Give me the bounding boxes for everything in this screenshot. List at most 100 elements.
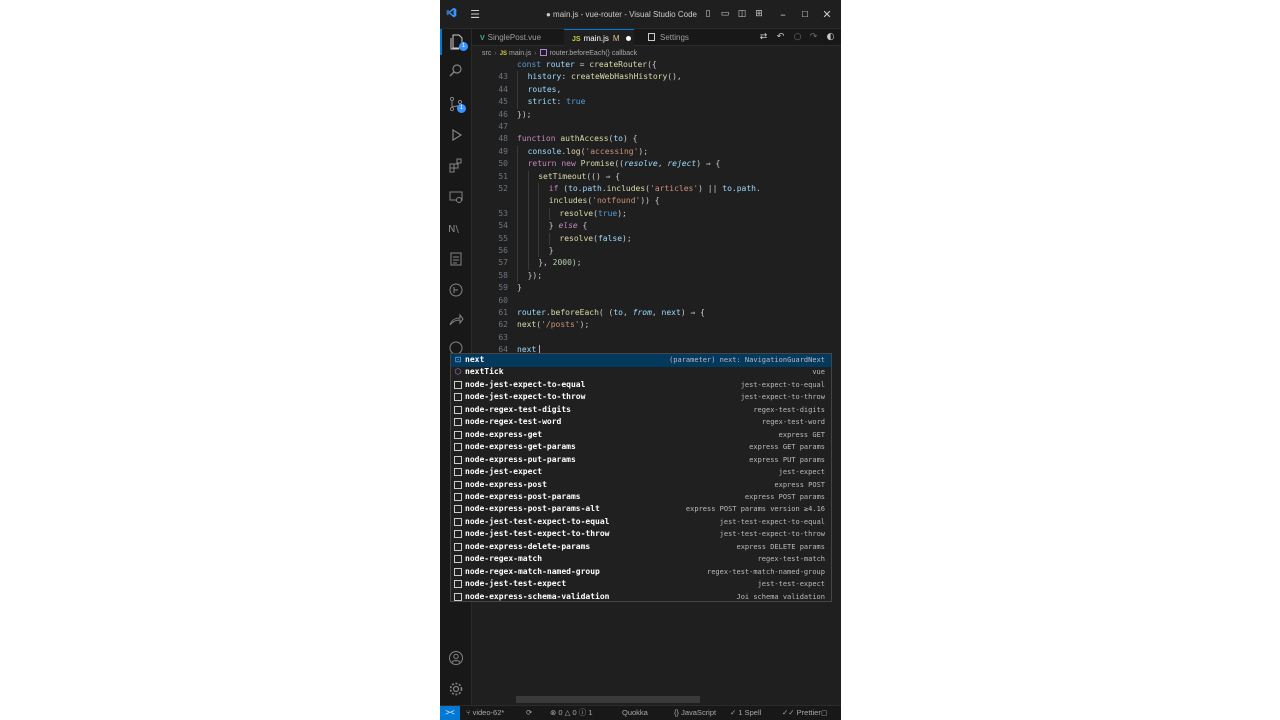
suggestion-item[interactable]: node-express-delete-params express DELETE… [451,541,831,554]
code-line[interactable]: return new Promise((resolve, reject) ⇒ { [528,158,721,170]
language-status[interactable]: {} JavaScript [674,706,716,720]
horizontal-scrollbar[interactable] [516,696,700,703]
suggestion-item[interactable]: node-express-post-params-alt express POST… [451,503,831,516]
accounts-button[interactable] [440,645,472,671]
snippet-icon [454,405,462,414]
problems-status[interactable]: ⊗ 0 △ 0 ⓘ 1 [550,706,593,720]
suggest-widget[interactable]: ⊡ next (parameter) next: NavigationGuardNe… [450,353,832,602]
suggestion-item[interactable]: node-regex-match-named-group regex-test-m… [451,566,831,579]
remote-explorer-button[interactable] [440,184,472,210]
code-line[interactable]: } else { [549,220,588,232]
breadcrumb-file[interactable]: main.js [509,50,531,57]
notifications-icon[interactable]: ◻ [821,706,827,720]
javascript-icon: JS [572,36,581,43]
code-line[interactable]: if (to.path.includes('articles') || to.p… [549,183,761,195]
scm-badge: 1 [457,104,466,113]
toggle-panel-icon[interactable]: ▭ [719,0,731,29]
remote-explorer-icon [449,191,463,203]
minimap[interactable] [840,61,841,121]
code-line[interactable]: resolve(true); [559,208,626,220]
spell-status[interactable]: ✓ 1 Spell [730,706,761,720]
breadcrumb-symbol[interactable]: router.beforeEach() callback [550,50,638,57]
code-line[interactable]: includes('notfound')) { [549,195,660,207]
breadcrumb-folder[interactable]: src [482,50,491,57]
testing-button[interactable] [440,246,472,272]
code-line[interactable]: next('/posts'); [517,319,589,331]
suggestion-item[interactable]: node-express-put-params express PUT param… [451,454,831,467]
close-icon[interactable]: ✕ [818,0,836,29]
tab-main-js[interactable]: JS main.js M [564,29,634,46]
snippet-icon [454,480,462,489]
code-line[interactable]: function authAccess(to) { [517,133,637,145]
compare-icon[interactable]: ⇄ [758,32,769,43]
code-line[interactable]: resolve(false); [559,233,631,245]
toggle-icon[interactable]: ◐ [825,32,836,43]
live-share-button[interactable] [440,308,472,334]
prettier-status[interactable]: ✓✓ Prettier [782,706,821,720]
nx-console-button[interactable]: N\ [440,215,472,241]
unsaved-dot-icon[interactable] [626,36,631,41]
suggestion-item[interactable]: node-express-get express GET [451,429,831,442]
suggestion-item[interactable]: node-jest-test-expect-to-equal jest-test-… [451,516,831,529]
indent-guide [527,257,529,270]
suggestion-item[interactable]: node-jest-test-expect jest-test-expect [451,578,831,591]
tab-singlepost[interactable]: V SinglePost.vue [478,29,560,46]
suggestion-item[interactable]: node-express-post-params express POST par… [451,491,831,504]
suggestion-item[interactable]: node-jest-test-expect-to-throw jest-test-… [451,528,831,541]
code-line[interactable]: }, 2000); [538,257,581,269]
menu-icon[interactable]: ☰ [468,0,482,29]
toggle-secondary-sidebar-icon[interactable]: ◫ [736,0,748,29]
code-line[interactable]: router.beforeEach( (to, from, next) ⇒ { [517,307,705,319]
suggestion-item[interactable]: node-express-post express POST [451,479,831,492]
suggestion-item[interactable]: ⊡ next (parameter) next: NavigationGuardNe… [451,354,831,367]
suggestion-item[interactable]: node-jest-expect jest-expect [451,466,831,479]
explorer-button[interactable]: 1 [440,29,472,55]
open-changes-icon[interactable]: ○ [792,32,803,43]
line-number: 58 [498,270,508,280]
search-button[interactable] [440,58,472,84]
line-number: 46 [498,109,508,119]
code-line[interactable]: }); [517,109,531,121]
branch-status[interactable]: ⑂ video-62* [466,706,504,720]
source-control-button[interactable]: 1 [440,91,472,117]
suggestion-item[interactable]: node-regex-match regex-test-match [451,553,831,566]
manage-button[interactable] [440,676,472,702]
suggestion-detail: vue [812,368,825,377]
code-line[interactable]: strict: true [528,96,586,108]
sync-icon[interactable]: ⟳ [526,706,532,720]
quokka-status[interactable]: Quokka [622,706,648,720]
suggestion-detail: jest-test-expect-to-equal [719,517,825,526]
tab-settings[interactable]: Settings [648,29,724,46]
suggestion-item[interactable]: node-regex-test-digits regex-test-digits [451,404,831,417]
code-line[interactable]: } [549,245,554,257]
extensions-button[interactable] [440,153,472,179]
snippet-icon [454,505,462,514]
indent-guide [527,245,529,258]
customize-layout-icon[interactable]: ⊞ [753,0,765,29]
suggestion-item[interactable]: node-jest-expect-to-equal jest-expect-to-… [451,379,831,392]
run-debug-button[interactable] [440,122,472,148]
go-back-icon[interactable]: ↶ [775,32,786,43]
toggle-sidebar-icon[interactable]: ▯ [702,0,714,29]
code-line[interactable]: }); [528,270,542,282]
minimize-icon[interactable]: – [774,0,792,29]
line-number: 56 [498,246,508,255]
suggestion-item[interactable]: node-regex-test-word regex-test-word [451,416,831,429]
line-number: 60 [498,295,508,305]
code-line[interactable]: } [517,282,522,294]
git-graph-button[interactable] [440,277,472,303]
maximize-icon[interactable]: ☐ [796,0,814,29]
code-line[interactable]: console.log('accessing'); [528,146,648,158]
suggestion-item[interactable]: ⬡ nextTick vue [451,366,831,379]
indent-guide [527,220,529,233]
suggestion-item[interactable]: node-express-get-params express GET param… [451,441,831,454]
code-line[interactable]: setTimeout(() ⇒ { [538,171,620,183]
suggestion-item[interactable]: node-jest-expect-to-throw jest-expect-to-… [451,391,831,404]
remote-indicator[interactable]: >< [440,706,460,720]
go-forward-icon[interactable]: ↷ [808,32,819,43]
suggestion-item[interactable]: node-express-schema-validation Joi schema… [451,591,831,604]
vue-icon: V [480,35,485,42]
code-line[interactable]: routes, [528,84,562,96]
code-line[interactable]: const router = createRouter({ [517,59,657,71]
code-line[interactable]: history: createWebHashHistory(), [528,71,682,83]
